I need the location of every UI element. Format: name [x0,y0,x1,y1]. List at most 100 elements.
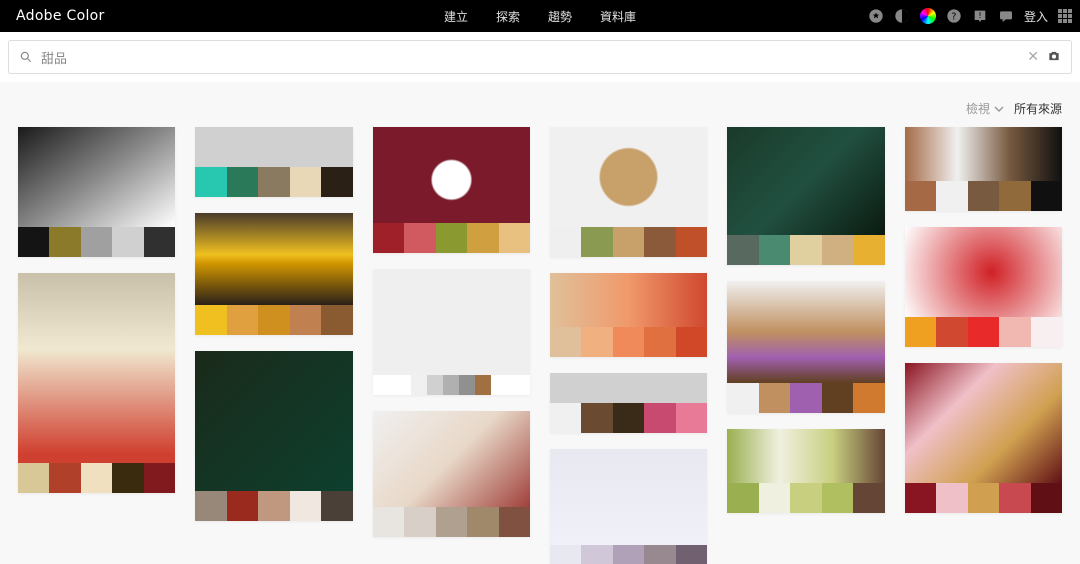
palette-thumbnail [550,273,707,327]
palette-card[interactable] [195,351,352,521]
palette-card[interactable] [727,127,884,265]
swatch [581,403,612,433]
nav-create[interactable]: 建立 [444,8,468,25]
palette-thumbnail [18,127,175,227]
swatch [321,305,352,335]
contrast-icon[interactable] [894,8,910,24]
palette-card[interactable] [727,281,884,413]
palette-thumbnail [373,127,530,223]
palette-card[interactable] [905,363,1062,513]
palette-card[interactable] [195,213,352,335]
login-link[interactable]: 登入 [1024,8,1048,25]
swatch [581,327,612,357]
swatch [550,227,581,257]
chat-icon[interactable] [998,8,1014,24]
swatch [676,545,707,564]
swatch [290,491,321,521]
help-icon[interactable]: ? [946,8,962,24]
palette-card[interactable] [195,127,352,197]
clear-icon[interactable]: ✕ [1027,49,1039,65]
nav-explore[interactable]: 探索 [496,8,520,25]
swatch [727,483,758,513]
search-input[interactable] [41,50,1019,65]
palette-card[interactable] [18,273,175,493]
swatch [581,545,612,564]
camera-icon[interactable] [1047,48,1061,67]
swatch [49,463,80,493]
palette-swatches [905,181,1062,211]
search-bar[interactable]: ✕ [8,40,1072,74]
search-container: ✕ [0,32,1080,82]
gallery-column [550,127,707,564]
nav-trends[interactable]: 趨勢 [548,8,572,25]
palette-card[interactable] [373,127,530,253]
palette-card[interactable] [727,429,884,513]
palette-thumbnail [195,127,352,167]
palette-swatches [373,507,530,537]
swatch [195,305,226,335]
palette-thumbnail [550,449,707,545]
swatch [81,463,112,493]
swatch [443,375,459,395]
swatch [613,403,644,433]
view-label-text: 檢視 [966,100,990,117]
palette-thumbnail [373,269,530,375]
swatch [727,235,758,265]
app-logo[interactable]: Adobe Color [16,8,105,24]
swatch [613,227,644,257]
star-icon[interactable] [868,8,884,24]
swatch [644,327,675,357]
swatch [968,317,999,347]
swatch [905,317,936,347]
swatch [581,227,612,257]
swatch [18,227,49,257]
palette-card[interactable] [550,273,707,357]
swatch [968,181,999,211]
palette-swatches [373,223,530,253]
swatch [427,375,443,395]
swatch [467,223,498,253]
swatch [1031,483,1062,513]
swatch [936,483,967,513]
palette-card[interactable] [905,227,1062,347]
swatch [227,167,258,197]
swatch [195,491,226,521]
svg-text:?: ? [952,11,957,22]
swatch [613,545,644,564]
palette-thumbnail [727,127,884,235]
swatch [467,507,498,537]
palette-card[interactable] [550,373,707,433]
view-dropdown[interactable]: 檢視 [966,100,1004,117]
swatch [81,227,112,257]
search-icon [19,50,33,64]
palette-thumbnail [905,363,1062,483]
palette-card[interactable] [373,411,530,537]
swatch [227,305,258,335]
palette-thumbnail [373,411,530,507]
palette-card[interactable] [550,127,707,257]
swatch [1031,317,1062,347]
announcement-icon[interactable]: ! [972,8,988,24]
nav-libraries[interactable]: 資料庫 [600,8,636,25]
swatch [436,507,467,537]
gallery-column [905,127,1062,564]
palette-swatches [550,327,707,357]
swatch [144,463,175,493]
swatch [112,227,143,257]
source-dropdown[interactable]: 所有來源 [1014,100,1062,117]
palette-card[interactable] [550,449,707,564]
swatch [999,181,1030,211]
swatch [936,317,967,347]
palette-card[interactable] [905,127,1062,211]
swatch [475,375,491,395]
apps-icon[interactable] [1058,9,1072,23]
palette-card[interactable] [373,269,530,395]
palette-card[interactable] [18,127,175,257]
palette-swatches [727,383,884,413]
swatch [644,545,675,564]
swatch [18,463,49,493]
color-wheel-icon[interactable] [920,8,936,24]
swatch [321,491,352,521]
gallery-column [727,127,884,564]
palette-swatches [411,375,491,395]
